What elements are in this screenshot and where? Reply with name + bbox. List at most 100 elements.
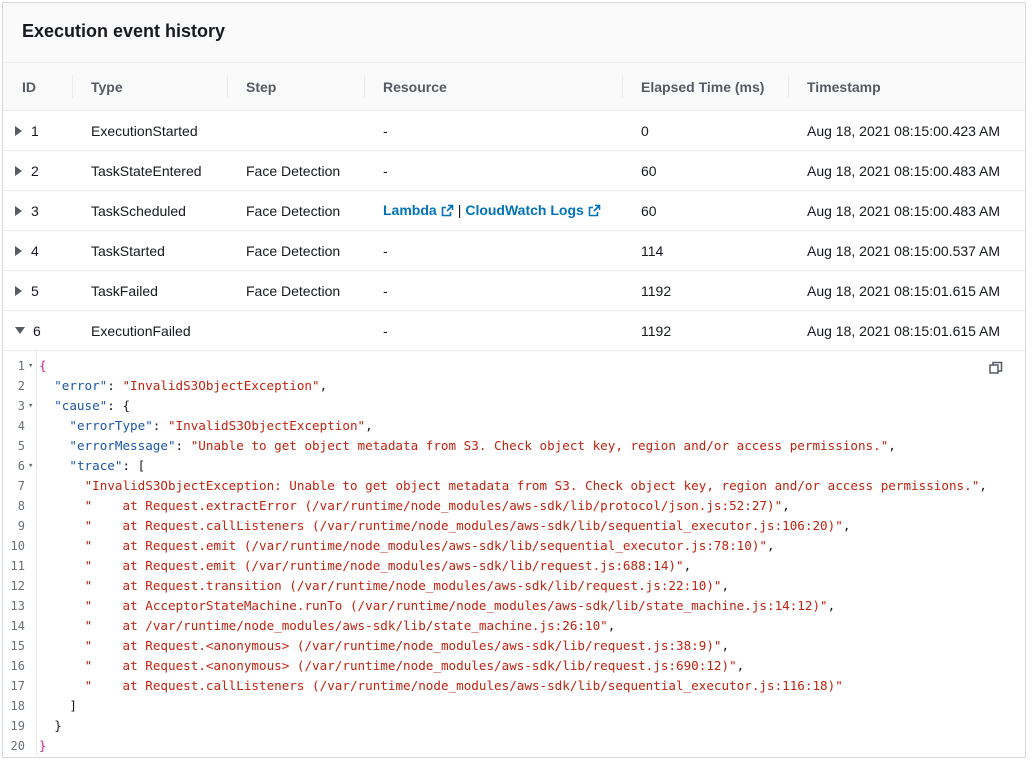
fold-toggle-icon[interactable]: ▾: [28, 396, 33, 416]
caret-down-icon[interactable]: [15, 327, 25, 334]
line-number: 20: [10, 739, 25, 753]
column-header-resource[interactable]: Resource: [364, 63, 622, 111]
json-string: "InvalidS3ObjectException": [167, 418, 366, 433]
json-string: " at Request.emit (/var/runtime/node_mod…: [84, 538, 767, 553]
caret-right-icon[interactable]: [15, 285, 22, 296]
row-elapsed-time: 114: [641, 242, 664, 259]
line-number: 4: [17, 419, 25, 433]
code-content: "cause": {: [54, 398, 131, 413]
row-id-cell[interactable]: 4: [3, 230, 72, 271]
json-key: "trace": [69, 458, 123, 473]
line-number: 9: [17, 519, 25, 533]
row-id: 5: [31, 282, 39, 299]
code-line: 9 " at Request.callListeners (/var/runtim…: [3, 516, 1025, 536]
caret-right-icon[interactable]: [15, 165, 22, 176]
code-content: " at Request.<anonymous> (/var/runtime/n…: [84, 658, 745, 673]
code-content: }: [39, 738, 47, 753]
line-number: 7: [17, 479, 25, 493]
code-line: 7 "InvalidS3ObjectException: Unable to ge…: [3, 476, 1025, 496]
fold-toggle-icon[interactable]: ▾: [28, 356, 33, 376]
row-id: 6: [33, 322, 41, 339]
link-separator: |: [457, 201, 462, 218]
code-line: 17 " at Request.callListeners (/var/runti…: [3, 676, 1025, 696]
cloudwatch-logs-link[interactable]: CloudWatch Logs: [465, 202, 601, 218]
code-line: 5 "errorMessage": "Unable to get object m…: [3, 436, 1025, 456]
row-resource: -: [383, 282, 388, 299]
row-timestamp: Aug 18, 2021 08:15:01.615 AM: [807, 322, 1001, 339]
json-key: "error": [54, 378, 108, 393]
row-id-cell[interactable]: 3: [3, 190, 72, 231]
code-line: 11 " at Request.emit (/var/runtime/node_m…: [3, 556, 1025, 576]
row-resource: -: [383, 322, 388, 339]
line-number: 6: [17, 459, 25, 473]
row-resource: -: [383, 162, 388, 179]
json-string: "Unable to get object metadata from S3. …: [190, 438, 889, 453]
code-content: " at Request.callListeners (/var/runtime…: [85, 676, 843, 696]
event-table: ID Type Step Resource Elapsed Time (ms) …: [3, 63, 1025, 351]
json-string: " at Request.<anonymous> (/var/runtime/n…: [84, 638, 722, 653]
code-line: 20}: [3, 736, 1025, 756]
json-string: " at Request.<anonymous> (/var/runtime/n…: [84, 658, 737, 673]
code-content: "error": "InvalidS3ObjectException",: [54, 378, 328, 393]
column-header-step[interactable]: Step: [227, 63, 364, 111]
json-string: "InvalidS3ObjectException: Unable to get…: [84, 478, 980, 493]
table-row[interactable]: 1 ExecutionStarted - 0 Aug 18, 2021 08:15:00…: [3, 110, 1025, 151]
external-link-icon: [441, 204, 454, 220]
caret-right-icon[interactable]: [15, 125, 22, 136]
row-elapsed-time: 1192: [641, 282, 672, 299]
code-line: 16 " at Request.<anonymous> (/var/runtime…: [3, 656, 1025, 676]
code-line: 10 " at Request.emit (/var/runtime/node_m…: [3, 536, 1025, 556]
table-row[interactable]: 4 TaskStarted Face Detection - 114 Aug 18, 20…: [3, 230, 1025, 271]
row-type: ExecutionStarted: [91, 122, 198, 139]
row-elapsed-time: 60: [641, 202, 657, 219]
code-line: 19}: [3, 716, 1025, 736]
column-header-id[interactable]: ID: [3, 63, 72, 111]
code-content: ]: [69, 698, 77, 713]
table-row[interactable]: 5 TaskFailed Face Detection - 1192 Aug 18, 20…: [3, 270, 1025, 311]
row-id: 1: [31, 122, 39, 139]
line-number: 19: [10, 719, 25, 733]
table-row[interactable]: 2 TaskStateEntered Face Detection - 60 Aug 18…: [3, 150, 1025, 191]
row-timestamp: Aug 18, 2021 08:15:00.537 AM: [807, 242, 1001, 259]
column-header-timestamp[interactable]: Timestamp: [788, 63, 1025, 111]
code-content: " at /var/runtime/node_modules/aws-sdk/l…: [84, 618, 616, 633]
code-content: "errorMessage": "Unable to get object me…: [69, 438, 896, 453]
row-id-cell[interactable]: 2: [3, 150, 72, 191]
fold-toggle-icon[interactable]: ▾: [28, 456, 33, 476]
code-line: 6 ▾ "trace": [: [3, 456, 1025, 476]
lambda-link[interactable]: Lambda: [383, 202, 454, 218]
line-number: 8: [17, 499, 25, 513]
json-key: "errorType": [69, 418, 153, 433]
row-id-cell[interactable]: 6: [3, 310, 72, 351]
json-string: " at /var/runtime/node_modules/aws-sdk/l…: [84, 618, 608, 633]
table-header-row: ID Type Step Resource Elapsed Time (ms) …: [3, 63, 1025, 111]
table-row[interactable]: 3 TaskScheduled Face Detection Lambda | Cloud…: [3, 190, 1025, 231]
code-line: 18]: [3, 696, 1025, 716]
panel-title: Execution event history: [22, 21, 226, 41]
row-timestamp: Aug 18, 2021 08:15:00.483 AM: [807, 162, 1001, 179]
line-number: 12: [10, 579, 25, 593]
column-header-elapsed-time[interactable]: Elapsed Time (ms): [622, 63, 788, 111]
code-line: 1 ▾ {: [3, 356, 1025, 376]
json-string: " at Request.callListeners (/var/runtime…: [84, 678, 843, 693]
json-string: " at Request.callListeners (/var/runtime…: [84, 518, 843, 533]
code-content: "InvalidS3ObjectException: Unable to get…: [84, 478, 987, 493]
panel-header: Execution event history: [3, 3, 1025, 63]
row-id-cell[interactable]: 5: [3, 270, 72, 311]
line-number: 10: [10, 539, 25, 553]
json-key: "errorMessage": [69, 438, 176, 453]
code-line: 13 " at AcceptorStateMachine.runTo (/var/…: [3, 596, 1025, 616]
line-number: 14: [10, 619, 25, 633]
caret-right-icon[interactable]: [15, 205, 22, 216]
row-timestamp: Aug 18, 2021 08:15:00.483 AM: [807, 202, 1001, 219]
table-row[interactable]: 6 ExecutionFailed - 1192 Aug 18, 2021 08:15:…: [3, 310, 1025, 351]
row-resource: -: [383, 242, 388, 259]
code-line: 12 " at Request.transition (/var/runtime/…: [3, 576, 1025, 596]
row-type: TaskStateEntered: [91, 162, 202, 179]
row-id-cell[interactable]: 1: [3, 110, 72, 151]
copy-icon[interactable]: [989, 361, 1003, 378]
column-header-type[interactable]: Type: [72, 63, 227, 111]
row-timestamp: Aug 18, 2021 08:15:01.615 AM: [807, 282, 1001, 299]
code-content: " at Request.<anonymous> (/var/runtime/n…: [84, 638, 730, 653]
caret-right-icon[interactable]: [15, 245, 22, 256]
